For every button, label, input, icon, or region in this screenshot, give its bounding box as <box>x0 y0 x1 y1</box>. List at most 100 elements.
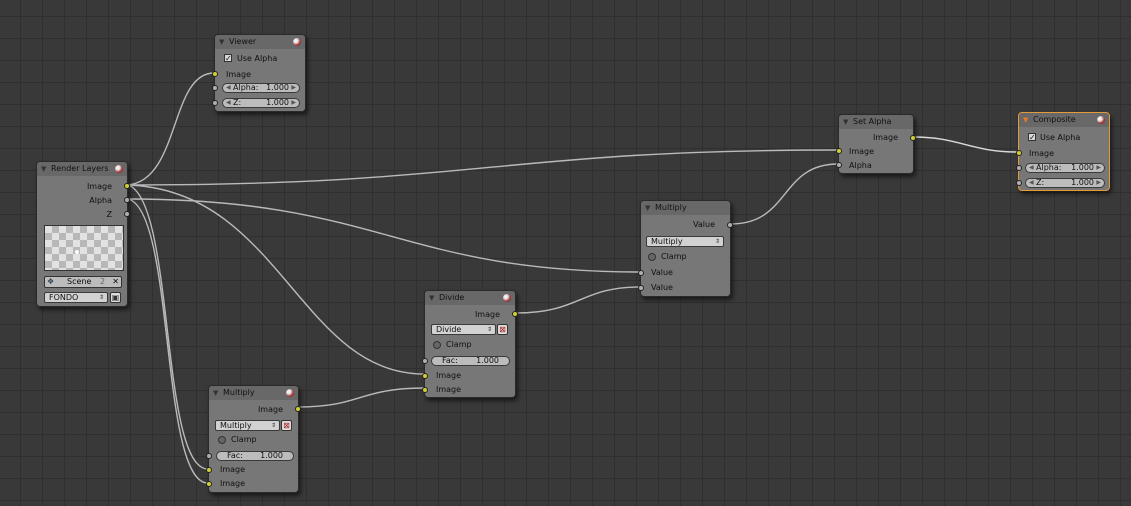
output-socket-image[interactable] <box>124 183 130 189</box>
collapse-triangle-icon[interactable]: ▼ <box>219 38 224 46</box>
clamp-toggle[interactable] <box>648 253 656 261</box>
output-label-z: Z <box>106 210 112 219</box>
input-label-image-1: Image <box>220 465 246 474</box>
alpha-field[interactable]: ◀ Alpha: 1.000 ▶ <box>1025 163 1105 173</box>
collapse-triangle-icon[interactable]: ▼ <box>1023 116 1028 124</box>
collapse-triangle-icon[interactable]: ▼ <box>645 204 650 212</box>
clamp-toggle[interactable] <box>433 341 441 349</box>
dropdown-arrows-icon: ⇕ <box>270 422 276 429</box>
output-label-alpha: Alpha <box>89 196 112 205</box>
input-socket-fac[interactable] <box>206 453 212 459</box>
input-socket-image-1[interactable] <box>422 373 428 379</box>
render-camera-icon[interactable]: ▣ <box>110 292 121 303</box>
decrement-arrow-icon[interactable]: ◀ <box>1029 164 1034 172</box>
dropdown-value: FONDO <box>49 293 79 302</box>
increment-arrow-icon[interactable]: ▶ <box>291 99 296 107</box>
field-value: 1.000 <box>266 83 289 92</box>
multiply-color-node[interactable]: ▼ Multiply Image Multiply ⇕ ⊠ Clamp Fac:… <box>206 385 301 493</box>
field-value: 1.000 <box>1071 178 1094 187</box>
viewer-header[interactable]: ▼ Viewer <box>215 35 305 49</box>
output-socket-image[interactable] <box>910 135 916 141</box>
output-socket-image[interactable] <box>512 311 518 317</box>
use-alpha-label: Use Alpha <box>237 54 278 63</box>
dropdown-value: Divide <box>436 325 462 334</box>
use-alpha-checkbox[interactable]: ✓ <box>224 54 232 63</box>
preview-sphere-icon[interactable] <box>115 165 123 173</box>
input-socket-alpha[interactable] <box>1016 165 1022 171</box>
input-socket-image[interactable] <box>1016 150 1022 156</box>
output-label-image: Image <box>257 405 283 414</box>
z-field[interactable]: ◀ Z: 1.000 ▶ <box>222 98 300 108</box>
render-layer-dropdown[interactable]: FONDO ⇕ <box>44 292 108 303</box>
alpha-toggle-icon[interactable]: ⊠ <box>497 324 508 335</box>
input-socket-image[interactable] <box>212 71 218 77</box>
output-socket-alpha[interactable] <box>124 197 130 203</box>
scene-selector[interactable]: ❖ Scene 2 ✕ <box>44 276 122 288</box>
output-label-image: Image <box>474 310 500 319</box>
preview-sphere-icon[interactable] <box>503 294 511 302</box>
multiply-value-node[interactable]: ▼ Multiply Value Multiply ⇕ Clamp Value … <box>638 200 733 297</box>
input-socket-image-2[interactable] <box>422 387 428 393</box>
render-layers-node[interactable]: ▼ Render Layers Image Alpha Z ❖ Scene 2 … <box>36 161 130 307</box>
input-socket-image-1[interactable] <box>206 467 212 473</box>
alpha-toggle-icon[interactable]: ⊠ <box>281 420 292 431</box>
collapse-triangle-icon[interactable]: ▼ <box>41 165 46 173</box>
link-multiplyvalue-setalpha <box>730 163 839 225</box>
composite-node[interactable]: ▼ Composite ✓ Use Alpha Image ◀ Alpha: 1… <box>1016 112 1110 191</box>
preview-sphere-icon[interactable] <box>1097 116 1105 124</box>
viewer-node[interactable]: ▼ Viewer ✓ Use Alpha Image ◀ Alpha: 1.00… <box>212 34 306 112</box>
collapse-triangle-icon[interactable]: ▼ <box>429 294 434 302</box>
mix-blend-dropdown[interactable]: Divide ⇕ <box>431 324 496 335</box>
clamp-toggle[interactable] <box>218 436 226 444</box>
output-socket-value[interactable] <box>727 222 733 228</box>
input-socket-value-2[interactable] <box>638 285 644 291</box>
input-socket-image-2[interactable] <box>206 481 212 487</box>
node-title: Composite <box>1033 115 1076 124</box>
increment-arrow-icon[interactable]: ▶ <box>1096 179 1101 187</box>
output-socket-z[interactable] <box>124 211 130 217</box>
multiply-color-header[interactable]: ▼ Multiply <box>209 386 298 400</box>
mix-blend-dropdown[interactable]: Multiply ⇕ <box>215 420 280 431</box>
link-setalpha-composite <box>912 136 1019 153</box>
input-socket-alpha[interactable] <box>212 85 218 91</box>
increment-arrow-icon[interactable]: ▶ <box>1096 164 1101 172</box>
collapse-triangle-icon[interactable]: ▼ <box>843 118 848 126</box>
fac-field[interactable]: Fac: 1.000 <box>431 356 510 366</box>
collapse-triangle-icon[interactable]: ▼ <box>213 389 218 397</box>
increment-arrow-icon[interactable]: ▶ <box>291 84 296 92</box>
input-socket-z[interactable] <box>1016 180 1022 186</box>
divide-node[interactable]: ▼ Divide Image Divide ⇕ ⊠ Clamp Fac: 1.0… <box>422 290 518 398</box>
z-field[interactable]: ◀ Z: 1.000 ▶ <box>1025 178 1105 188</box>
math-operation-dropdown[interactable]: Multiply ⇕ <box>646 236 724 247</box>
input-label-image: Image <box>226 70 252 79</box>
preview-sphere-icon[interactable] <box>286 389 294 397</box>
input-socket-fac[interactable] <box>422 358 428 364</box>
unlink-x-icon[interactable]: ✕ <box>112 277 119 287</box>
input-socket-z[interactable] <box>212 100 218 106</box>
set-alpha-node[interactable]: ▼ Set Alpha Image Image Alpha <box>836 114 916 174</box>
preview-sphere-icon[interactable] <box>293 38 301 46</box>
use-alpha-checkbox[interactable]: ✓ <box>1028 133 1036 142</box>
scene-user-count: 2 <box>100 277 106 286</box>
output-socket-image[interactable] <box>295 406 301 412</box>
divide-header[interactable]: ▼ Divide <box>425 291 515 305</box>
render-layers-header[interactable]: ▼ Render Layers <box>37 162 127 176</box>
set-alpha-header[interactable]: ▼ Set Alpha <box>839 115 913 129</box>
decrement-arrow-icon[interactable]: ◀ <box>226 99 231 107</box>
input-socket-value-1[interactable] <box>638 270 644 276</box>
dropdown-arrows-icon: ⇕ <box>486 326 492 333</box>
fac-field[interactable]: Fac: 1.000 <box>216 451 294 461</box>
link-render-multiply-in1 <box>127 184 209 470</box>
node-title: Multiply <box>223 388 255 397</box>
decrement-arrow-icon[interactable]: ◀ <box>226 84 231 92</box>
render-preview-image <box>44 225 124 271</box>
input-socket-alpha[interactable] <box>836 162 842 168</box>
composite-header[interactable]: ▼ Composite <box>1019 113 1109 127</box>
alpha-field[interactable]: ◀ Alpha: 1.000 ▶ <box>222 83 300 93</box>
decrement-arrow-icon[interactable]: ◀ <box>1029 179 1034 187</box>
clamp-label: Clamp <box>661 252 687 261</box>
node-title: Divide <box>439 293 465 302</box>
link-multiply-divide <box>298 387 425 408</box>
multiply-value-header[interactable]: ▼ Multiply <box>641 201 730 215</box>
input-socket-image[interactable] <box>836 148 842 154</box>
